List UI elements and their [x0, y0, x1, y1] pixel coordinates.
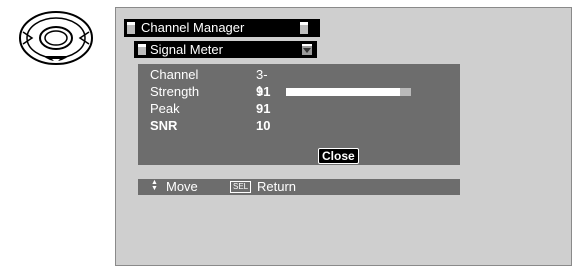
snr-value: 10: [256, 118, 271, 133]
title-left-cap-icon: [127, 22, 135, 34]
channel-label: Channel: [150, 67, 199, 82]
help-move-label: Move: [166, 179, 198, 194]
up-down-arrows-icon: ▲ ▼: [151, 179, 158, 192]
peak-label: Peak: [150, 101, 180, 116]
chevron-down-icon[interactable]: [302, 44, 312, 55]
strength-bar: [286, 88, 411, 96]
signal-meter-panel: Channel 3-1 Strength 91 Peak 91 SNR 10 C…: [138, 64, 460, 165]
submenu-selector[interactable]: Signal Meter: [134, 41, 317, 58]
help-bar: ▲ ▼ Move SEL Return: [138, 179, 460, 195]
strength-bar-fill: [286, 88, 400, 96]
menu-title-bar: Channel Manager: [124, 19, 320, 37]
peak-value: 91: [256, 101, 271, 116]
strength-value: 91: [256, 84, 271, 99]
help-return-label: Return: [257, 179, 297, 194]
submenu-title: Signal Meter: [150, 42, 223, 57]
close-button[interactable]: Close: [318, 148, 359, 164]
dpad-remote-icon: [18, 10, 94, 66]
menu-title: Channel Manager: [141, 20, 245, 35]
title-right-cap-icon: [300, 22, 308, 34]
strength-row: Strength 91: [150, 84, 450, 100]
sel-key-icon: SEL: [230, 181, 252, 193]
tv-screen: Channel Manager Signal Meter Channel 3-1…: [115, 7, 572, 266]
submenu-left-cap-icon: [138, 44, 146, 55]
snr-label: SNR: [150, 118, 178, 133]
strength-label: Strength: [150, 84, 200, 99]
